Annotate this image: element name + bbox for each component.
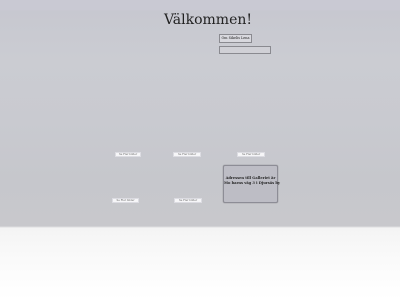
search-input[interactable] (219, 46, 271, 54)
address-line-2: Mo barns väg 3 i Djursäs by (224, 181, 280, 185)
more-images-link-2[interactable]: Se Fler bilder (173, 152, 201, 157)
address-box: Adressen till Galleriet är Mo barns väg … (223, 165, 280, 203)
about-button[interactable]: Om Sikelis Lena (219, 34, 252, 43)
more-images-link-4[interactable]: Se Fler bilder (112, 198, 139, 203)
top-bar (0, 0, 400, 10)
more-images-link-3[interactable]: Se Fler bilder (237, 152, 265, 157)
more-images-link-5[interactable]: Se Fler bilder (174, 198, 202, 203)
page-title: Välkommen! (163, 12, 253, 28)
more-images-link-1[interactable]: Se Fler bilder (115, 152, 141, 157)
